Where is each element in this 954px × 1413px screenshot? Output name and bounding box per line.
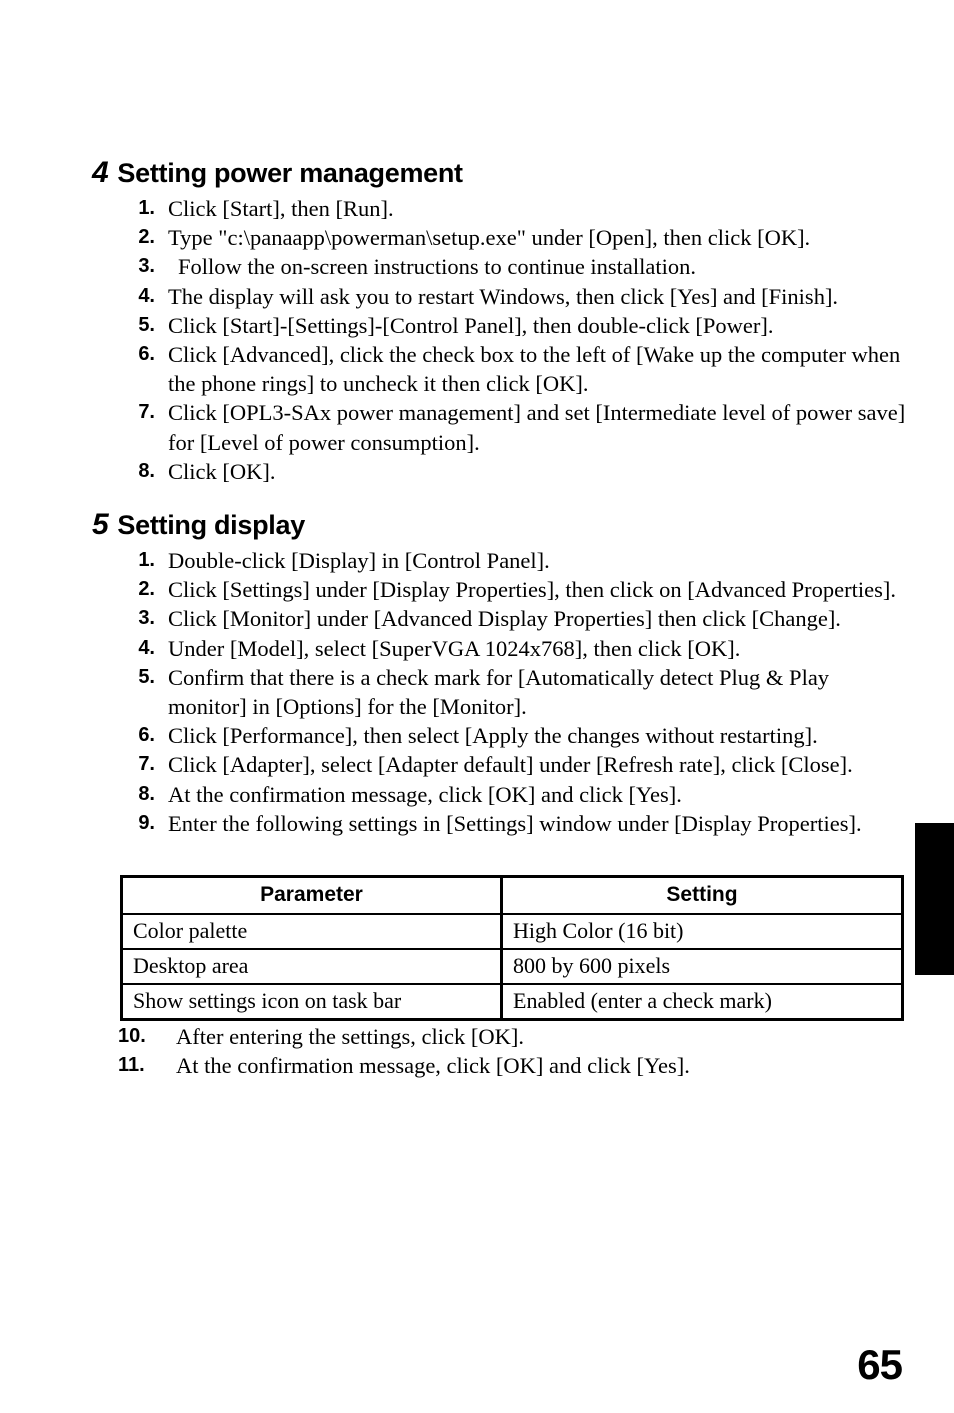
step-number: 3.: [138, 607, 155, 630]
step-number: 5.: [138, 313, 155, 336]
list-item: 2. Click [Settings] under [Display Prope…: [92, 575, 912, 604]
section-heading: 4 Setting power management: [92, 158, 912, 188]
list-item: 6. Click [Performance], then select [App…: [92, 721, 912, 750]
step-number: 7.: [138, 401, 155, 424]
list-item: 8. Click [OK].: [92, 457, 912, 486]
page-number: 65: [857, 1341, 903, 1388]
step-number: 6.: [138, 724, 155, 747]
step-number: 10.: [118, 1025, 146, 1047]
list-item: 1. Click [Start], then [Run].: [92, 194, 912, 223]
table-row: Color palette High Color (16 bit): [121, 913, 903, 949]
step-number: 4.: [138, 284, 155, 307]
list-item: 9. Enter the following settings in [Sett…: [92, 809, 912, 838]
step-text: Confirm that there is a check mark for […: [168, 664, 830, 720]
step-text: Click [OPL3-SAx power management] and se…: [168, 400, 906, 455]
column-header-parameter: Parameter: [121, 876, 503, 915]
step-text: Double-click [Display] in [Control Panel…: [168, 548, 550, 573]
step-text: Click [Adapter], select [Adapter default…: [168, 752, 853, 778]
step-number: 2.: [138, 226, 155, 249]
step-number: 8.: [138, 459, 155, 482]
step-number: 9.: [138, 811, 155, 834]
list-item: 7. Click [Adapter], select [Adapter defa…: [92, 750, 912, 779]
step-text: Click [Monitor] under [Advanced Display …: [168, 606, 841, 632]
step-text: Click [OK].: [168, 458, 276, 484]
list-item: 1. Double-click [Display] in [Control Pa…: [92, 546, 912, 575]
step-number: 7.: [138, 753, 155, 776]
list-item: 4. The display will ask you to restart W…: [92, 282, 912, 311]
cell-parameter: Show settings icon on task bar: [121, 983, 503, 1020]
post-table-step-list: 10. After entering the settings, click […: [118, 1022, 918, 1080]
step-number: 8.: [138, 782, 155, 805]
table-header-row: Parameter Setting: [121, 876, 903, 915]
section-title: Setting power management: [117, 158, 463, 188]
step-list: 1. Click [Start], then [Run]. 2. Type "c…: [92, 194, 912, 486]
list-item: 8. At the confirmation message, click [O…: [92, 780, 912, 809]
step-text: Follow the on-screen instructions to con…: [178, 254, 697, 280]
step-text: Click [Settings] under [Display Properti…: [168, 577, 896, 603]
step-text: Click [Start]-[Settings]-[Control Panel]…: [168, 312, 774, 338]
step-text: At the confirmation message, click [OK] …: [176, 1053, 690, 1079]
step-number: 1.: [138, 549, 155, 571]
section-setting-power-management: 4 Setting power management 1. Click [Sta…: [92, 158, 912, 486]
table-row: Show settings icon on task bar Enabled (…: [121, 983, 903, 1020]
step-text: Click [Start], then [Run].: [168, 196, 394, 221]
section-heading: 5 Setting display: [92, 510, 912, 540]
step-text: After entering the settings, click [OK].: [176, 1024, 525, 1049]
cell-setting: 800 by 600 pixels: [501, 948, 903, 984]
section-number: 4: [92, 156, 109, 189]
list-item: 5. Confirm that there is a check mark fo…: [92, 663, 912, 721]
step-text: At the confirmation message, click [OK] …: [168, 781, 682, 807]
step-text: Click [Advanced], click the check box to…: [168, 342, 901, 397]
list-item: 3. Follow the on-screen instructions to …: [92, 252, 912, 281]
section-number: 5: [92, 508, 109, 541]
manual-page: 4 Setting power management 1. Click [Sta…: [0, 0, 954, 1413]
section-setting-display: 5 Setting display 1. Double-click [Displ…: [92, 510, 912, 838]
list-item: 10. After entering the settings, click […: [118, 1022, 918, 1051]
list-item: 2. Type "c:\panaapp\powerman\setup.exe" …: [92, 223, 912, 252]
cell-parameter: Desktop area: [121, 948, 503, 984]
step-number: 4.: [138, 636, 155, 659]
table-row: Desktop area 800 by 600 pixels: [121, 948, 903, 984]
list-item: 6. Click [Advanced], click the check box…: [92, 340, 912, 398]
column-header-setting: Setting: [501, 876, 903, 915]
step-number: 2.: [138, 578, 155, 601]
step-text: Click [Performance], then select [Apply …: [168, 723, 818, 749]
settings-table-wrapper: Parameter Setting Color palette High Col…: [120, 875, 904, 1021]
step-number: 5.: [138, 665, 155, 688]
list-item: 5. Click [Start]-[Settings]-[Control Pan…: [92, 311, 912, 340]
list-item: 4. Under [Model], select [SuperVGA 1024x…: [92, 634, 912, 663]
section-title: Setting display: [117, 510, 305, 540]
list-item: 3. Click [Monitor] under [Advanced Displ…: [92, 604, 912, 633]
step-number: 3.: [138, 255, 155, 278]
step-text: The display will ask you to restart Wind…: [168, 283, 839, 309]
settings-table: Parameter Setting Color palette High Col…: [120, 875, 904, 1021]
step-number: 6.: [138, 343, 155, 366]
list-item: 11. At the confirmation message, click […: [118, 1051, 918, 1080]
step-text: Type "c:\panaapp\powerman\setup.exe" und…: [168, 225, 811, 251]
step-list: 1. Double-click [Display] in [Control Pa…: [92, 546, 912, 838]
list-item: 7. Click [OPL3-SAx power management] and…: [92, 398, 912, 456]
cell-setting: High Color (16 bit): [501, 913, 903, 949]
step-number: 11.: [118, 1054, 145, 1077]
cell-parameter: Color palette: [121, 913, 503, 949]
step-number: 1.: [138, 197, 155, 219]
edge-thumb-tab: [915, 823, 954, 975]
step-text: Under [Model], select [SuperVGA 1024x768…: [168, 635, 741, 661]
cell-setting: Enabled (enter a check mark): [501, 983, 903, 1020]
step-text: Enter the following settings in [Setting…: [168, 810, 862, 836]
